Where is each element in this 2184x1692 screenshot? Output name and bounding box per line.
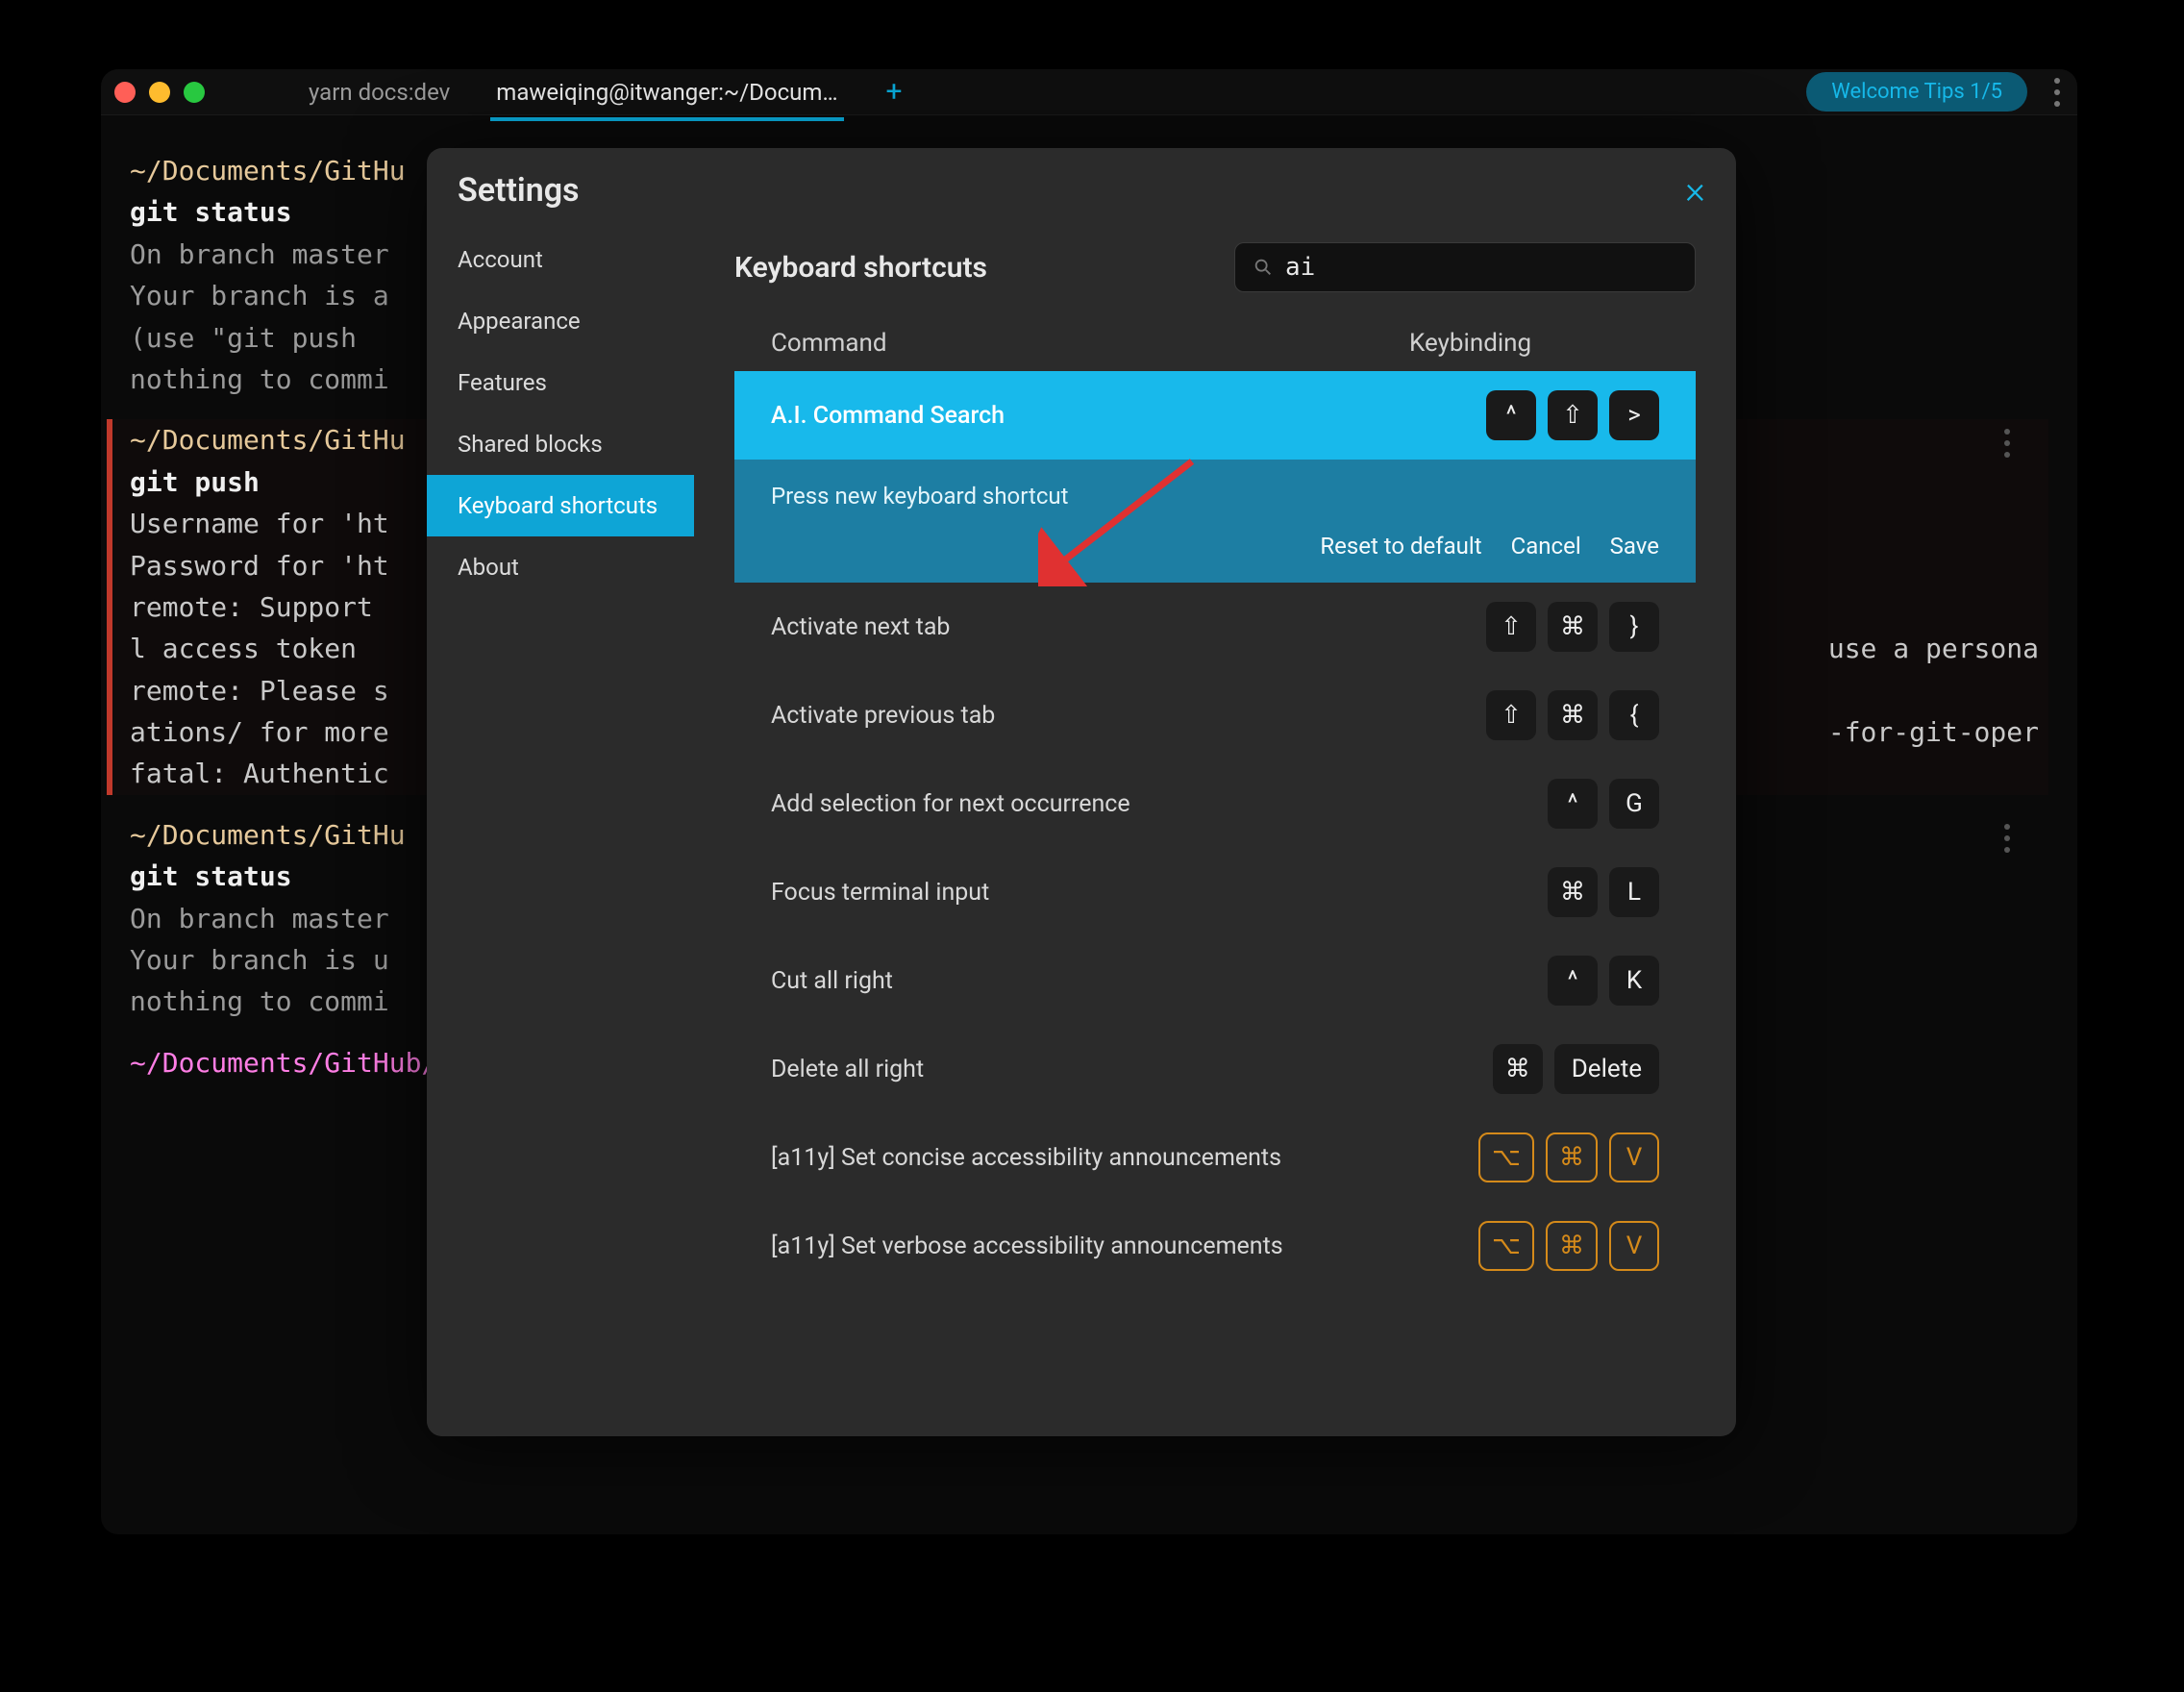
prompt-path: ~/Documents/GitHu	[130, 155, 406, 187]
shortcut-row[interactable]: [a11y] Set concise accessibility announc…	[734, 1113, 1696, 1202]
reset-to-default-button[interactable]: Reset to default	[1320, 533, 1481, 560]
shortcut-row-active[interactable]: A.I. Command Search ^ ⇧ >	[734, 371, 1696, 460]
command-text: git status	[130, 860, 292, 892]
edit-hint: Press new keyboard shortcut	[771, 483, 1659, 510]
key-cap: ⇧	[1548, 390, 1598, 440]
modal-header: Settings ×	[427, 148, 1736, 223]
column-keybinding: Keybinding	[1409, 329, 1659, 358]
block-menu-button[interactable]	[2004, 429, 2010, 458]
command-text: git status	[130, 196, 292, 228]
settings-modal: Settings × Account Appearance Features S…	[427, 148, 1736, 1436]
shortcut-row[interactable]: Add selection for next occurrence^G	[734, 759, 1696, 848]
block-menu-button[interactable]	[2004, 824, 2010, 853]
shortcut-label: Add selection for next occurrence	[771, 790, 1548, 818]
shortcut-label: A.I. Command Search	[771, 402, 1486, 430]
titlebar: yarn docs:dev maweiqing@itwanger:~/Docum…	[101, 69, 2077, 115]
settings-content: Keyboard shortcuts Command Keybinding A.…	[694, 223, 1736, 1436]
settings-sidebar: Account Appearance Features Shared block…	[427, 223, 694, 1436]
sidebar-item-about[interactable]: About	[427, 536, 694, 598]
search-icon	[1253, 257, 1274, 278]
column-command: Command	[771, 329, 1409, 358]
shortcut-search[interactable]	[1234, 242, 1696, 292]
command-text: git push	[130, 466, 260, 498]
cancel-button[interactable]: Cancel	[1511, 533, 1581, 560]
shortcut-row[interactable]: Delete all right⌘Delete	[734, 1025, 1696, 1113]
key-cap: ⌘	[1548, 690, 1598, 740]
key-cap: ⌘	[1548, 867, 1598, 917]
shortcut-row[interactable]: Activate previous tab⇧⌘{	[734, 671, 1696, 759]
new-tab-button[interactable]: +	[871, 75, 918, 109]
key-cap: ⌥	[1478, 1132, 1534, 1182]
page-title: Keyboard shortcuts	[734, 251, 987, 285]
key-cap: ⇧	[1486, 602, 1536, 652]
sidebar-item-shared-blocks[interactable]: Shared blocks	[427, 413, 694, 475]
key-cap: V	[1609, 1132, 1659, 1182]
search-input[interactable]	[1285, 253, 1677, 282]
key-cap: ⌘	[1546, 1221, 1598, 1271]
close-icon[interactable]: ×	[1685, 171, 1705, 210]
key-cap: ⌥	[1478, 1221, 1534, 1271]
key-cap: ⌘	[1548, 602, 1598, 652]
shortcut-row[interactable]: Focus terminal input⌘L	[734, 848, 1696, 936]
sidebar-item-features[interactable]: Features	[427, 352, 694, 413]
key-cap: L	[1609, 867, 1659, 917]
shortcut-rows[interactable]: A.I. Command Search ^ ⇧ > Press new keyb…	[734, 371, 1696, 1436]
shortcut-row[interactable]: Cut all right^K	[734, 936, 1696, 1025]
shortcut-label: Cut all right	[771, 967, 1548, 995]
key-cap: Delete	[1554, 1044, 1659, 1094]
window-traffic-lights	[114, 82, 205, 103]
overflow-menu-button[interactable]	[2050, 74, 2064, 111]
sidebar-item-appearance[interactable]: Appearance	[427, 290, 694, 352]
shortcut-row[interactable]: Activate next tab⇧⌘}	[734, 583, 1696, 671]
zoom-window-button[interactable]	[184, 82, 205, 103]
tab-bar: yarn docs:dev maweiqing@itwanger:~/Docum…	[295, 73, 918, 112]
minimize-window-button[interactable]	[149, 82, 170, 103]
close-window-button[interactable]	[114, 82, 136, 103]
key-cap: K	[1609, 956, 1659, 1006]
modal-title: Settings	[458, 171, 580, 210]
shortcut-row[interactable]: [a11y] Set verbose accessibility announc…	[734, 1202, 1696, 1290]
sidebar-item-keyboard-shortcuts[interactable]: Keyboard shortcuts	[427, 475, 694, 536]
shortcut-label: Focus terminal input	[771, 879, 1548, 907]
key-cap: ^	[1486, 390, 1536, 440]
key-cap: >	[1609, 390, 1659, 440]
prompt-path: ~/Documents/GitHu	[130, 424, 406, 456]
key-cap: V	[1609, 1221, 1659, 1271]
sidebar-item-account[interactable]: Account	[427, 229, 694, 290]
prompt-path: ~/Documents/GitHu	[130, 819, 406, 851]
save-button[interactable]: Save	[1610, 533, 1659, 560]
shortcut-edit-panel: Press new keyboard shortcut Reset to def…	[734, 460, 1696, 583]
tab-0[interactable]: yarn docs:dev	[295, 73, 463, 112]
shortcut-table-header: Command Keybinding	[734, 315, 1696, 371]
key-cap: ^	[1548, 779, 1598, 829]
shortcut-label: Activate next tab	[771, 613, 1486, 641]
key-cap: ⇧	[1486, 690, 1536, 740]
shortcut-label: [a11y] Set concise accessibility announc…	[771, 1144, 1478, 1172]
key-cap: ^	[1548, 956, 1598, 1006]
key-cap: {	[1609, 690, 1659, 740]
shortcut-label: [a11y] Set verbose accessibility announc…	[771, 1232, 1478, 1260]
key-cap: ⌘	[1493, 1044, 1543, 1094]
key-cap: ⌘	[1546, 1132, 1598, 1182]
shortcut-label: Delete all right	[771, 1056, 1493, 1083]
key-cap: G	[1609, 779, 1659, 829]
key-cap: }	[1609, 602, 1659, 652]
welcome-tips-pill[interactable]: Welcome Tips 1/5	[1806, 72, 2027, 112]
shortcut-label: Activate previous tab	[771, 702, 1486, 730]
tab-1[interactable]: maweiqing@itwanger:~/Docum…	[483, 73, 851, 112]
